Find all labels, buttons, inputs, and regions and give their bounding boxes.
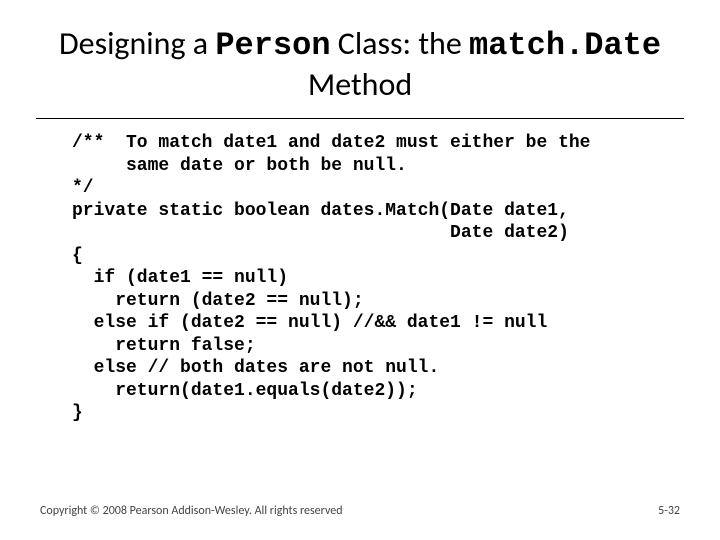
- code-line: if (date1 == null): [72, 268, 288, 288]
- code-line: else if (date2 == null) //&& date1 != nu…: [72, 313, 547, 333]
- title-mono-person: Person: [215, 27, 330, 64]
- title-text-pre: Designing a: [59, 24, 215, 63]
- title-line2: Method: [40, 67, 680, 104]
- code-line: else // both dates are not null.: [72, 358, 439, 378]
- code-line: {: [72, 246, 83, 266]
- code-block: /** To match date1 and date2 must either…: [72, 132, 672, 425]
- code-line: same date or both be null.: [72, 156, 407, 176]
- slide-title: Designing a Person Class: the match.Date…: [40, 26, 680, 104]
- slide: Designing a Person Class: the match.Date…: [0, 0, 720, 540]
- title-divider: [36, 118, 684, 119]
- footer-page-number: 5-32: [658, 504, 680, 518]
- code-line: */: [72, 178, 94, 198]
- code-line: Date date2): [72, 223, 569, 243]
- code-line: /** To match date1 and date2 must either…: [72, 133, 590, 153]
- footer-copyright: Copyright © 2008 Pearson Addison-Wesley.…: [40, 504, 343, 518]
- title-text-mid: Class: the: [331, 24, 469, 63]
- title-mono-method: match.Date: [469, 27, 661, 64]
- code-line: return(date1.equals(date2));: [72, 381, 418, 401]
- code-line: return (date2 == null);: [72, 291, 364, 311]
- code-line: private static boolean dates.Match(Date …: [72, 201, 569, 221]
- code-line: return false;: [72, 336, 256, 356]
- code-line: }: [72, 403, 83, 423]
